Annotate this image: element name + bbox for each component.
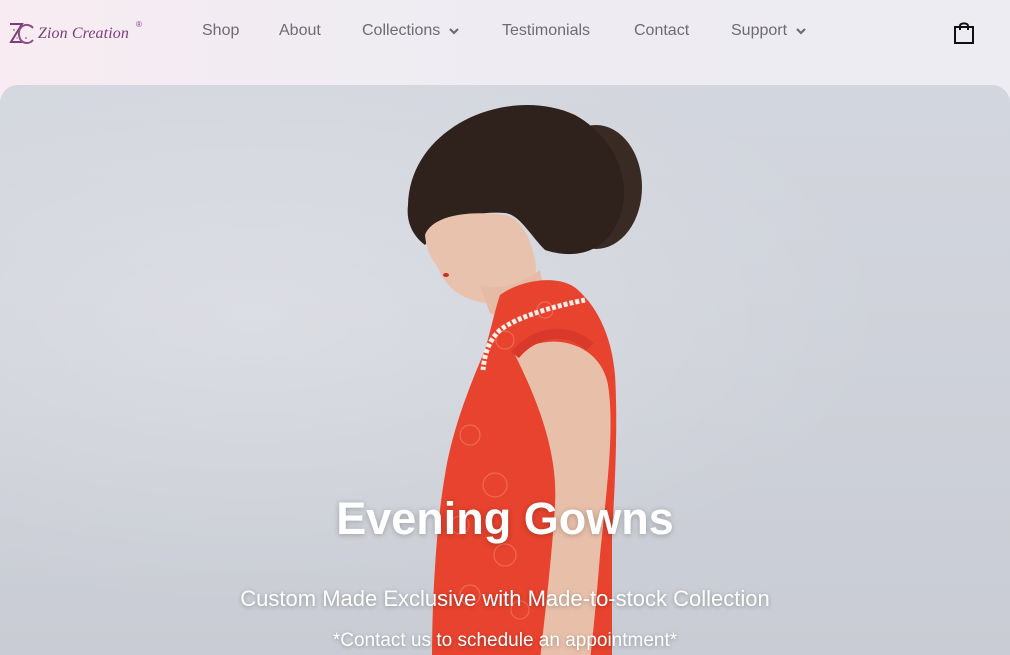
hero-banner: Evening Gowns Custom Made Exclusive with… [0,85,1010,655]
nav-item-shop[interactable]: Shop [202,22,239,40]
hero-note: *Contact us to schedule an appointment* [332,630,678,651]
shopping-bag-icon[interactable] [953,21,975,44]
nav-item-label: Shop [202,22,240,39]
nav-item-label: Contact [634,22,690,39]
nav-item-contact[interactable]: Contact [634,22,689,40]
chevron-down-icon[interactable] [449,27,460,35]
hero-title: Evening Gowns [336,493,674,544]
chevron-down-icon[interactable] [796,27,806,35]
nav-item-testimonials[interactable]: Testimonials [502,22,590,40]
site-header: Zion Creation ® Shop About Collections T… [0,0,1010,85]
hero-subtitle: Custom Made Exclusive with Made-to-stock… [240,586,770,611]
brand-logo[interactable]: Zion Creation ® [6,16,146,50]
hero-model-photo [407,105,642,655]
nav-item-label: Collections [362,22,441,39]
nav-item-label: Testimonials [502,22,591,39]
nav-item-label: Support [731,22,788,39]
nav-item-label: About [279,22,321,39]
nav-item-about[interactable]: About [279,22,321,40]
zc-monogram-icon [9,23,34,44]
nav-item-collections[interactable]: Collections [362,22,460,40]
registered-mark: ® [136,20,142,29]
nav-item-support[interactable]: Support [731,22,806,40]
brand-name: Zion Creation [38,25,129,42]
